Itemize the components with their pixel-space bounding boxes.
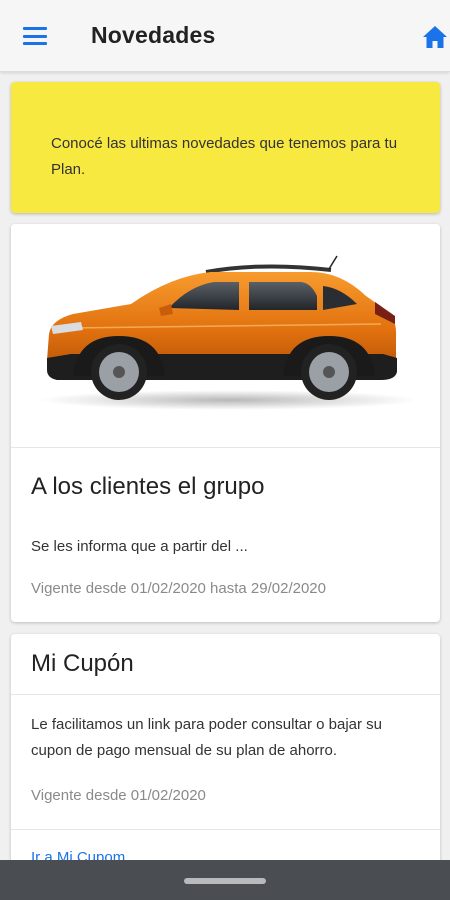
card-validity: Vigente desde 01/02/2020 [31, 787, 206, 804]
divider [11, 694, 440, 695]
card-title: A los clientes el grupo [31, 473, 265, 500]
divider [11, 829, 440, 830]
gesture-handle[interactable] [184, 878, 266, 884]
card-title: Mi Cupón [31, 650, 134, 677]
hamburger-menu-icon[interactable] [22, 25, 48, 47]
card-text: Se les informa que a partir del ... [31, 538, 248, 555]
card-text: Le facilitamos un link para poder consul… [31, 716, 383, 759]
page-title: Novedades [91, 22, 216, 48]
card-validity: Vigente desde 01/02/2020 hasta 29/02/202… [31, 580, 326, 597]
intro-banner: Conocé las ultimas novedades que tenemos… [11, 82, 440, 213]
divider [11, 447, 440, 448]
news-feed[interactable]: Conocé las ultimas novedades que tenemos… [0, 72, 450, 860]
system-navigation-bar [0, 860, 450, 900]
orange-suv-photo [11, 224, 440, 447]
coupon-link[interactable]: Ir a Mi Cupom [31, 849, 125, 860]
news-card[interactable]: A los clientes el grupo Se les informa q… [11, 224, 440, 622]
news-card[interactable]: Mi Cupón Le facilitamos un link para pod… [11, 634, 440, 860]
home-icon[interactable] [421, 24, 449, 50]
app-bar: Novedades [0, 0, 450, 72]
banner-text: Conocé las ultimas novedades que tenemos… [51, 135, 398, 178]
